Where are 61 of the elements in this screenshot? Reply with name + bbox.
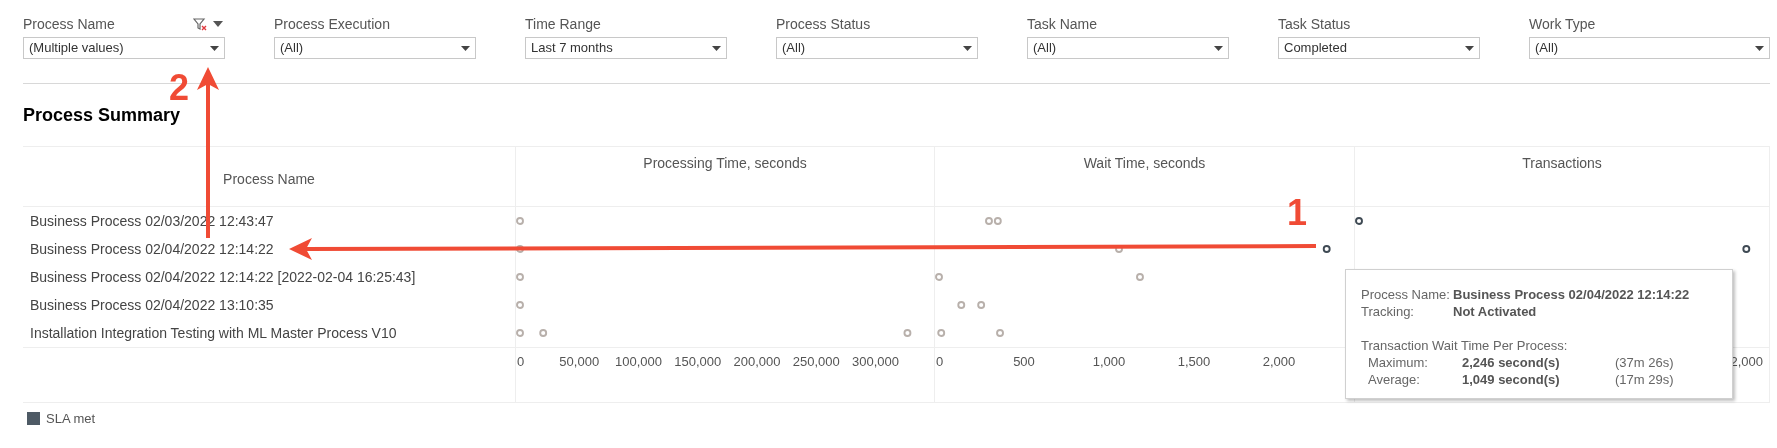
axis-tick-label: 1,000 [1092, 354, 1126, 369]
caret-icon [963, 45, 972, 51]
axis-tick-label: 0 [517, 354, 525, 369]
data-point[interactable] [1742, 245, 1751, 253]
tooltip-label: Maximum: [1368, 354, 1429, 371]
caret-icon [1755, 45, 1764, 51]
filter-label: Process Execution [274, 14, 390, 34]
filter-dropdown[interactable]: (All) [1529, 37, 1770, 59]
tooltip-label: Process Name: [1361, 286, 1449, 303]
axis-tick-label: 1,500 [1177, 354, 1211, 369]
filter-label: Time Range [525, 14, 601, 34]
column-header: Process Name [223, 170, 315, 189]
filter-dropdown[interactable]: Last 7 months [525, 37, 727, 59]
process-name[interactable]: Installation Integration Testing with ML Master Process V10 [30, 322, 397, 344]
column-header: Wait Time, seconds [1083, 154, 1206, 173]
axis-tick-label: 200,000 [733, 354, 781, 369]
section-title: Process Summary [23, 105, 181, 125]
axis-tick-label: 2,000 [1262, 354, 1296, 369]
filter-dropdown[interactable]: (All) [776, 37, 978, 59]
caret-icon [461, 45, 470, 51]
filter-dropdown[interactable]: (All) [1027, 37, 1229, 59]
process-name[interactable]: Business Process 02/04/2022 12:14:22 [2022-02-04 16:25:43] [30, 266, 416, 288]
tooltip-value: 2,246 second(s) [1462, 354, 1561, 371]
annotation-number: 2 [169, 70, 190, 106]
tooltip-label: Tracking: [1361, 303, 1415, 320]
filter-dropdown[interactable]: (All) [274, 37, 476, 59]
process-name[interactable]: Business Process 02/04/2022 13:10:35 [30, 294, 274, 316]
filter-dropdown[interactable]: Completed [1278, 37, 1480, 59]
tooltip-value: Business Process 02/04/2022 12:14:22 [1453, 286, 1691, 303]
filter-label: Process Status [776, 14, 871, 34]
column-header: Transactions [1522, 154, 1602, 173]
filter-label: Work Type [1529, 14, 1596, 34]
caret-icon [1214, 45, 1223, 51]
column-header: Processing Time, seconds [643, 154, 807, 173]
axis-tick-label: 150,000 [674, 354, 722, 369]
legend-label: SLA met [46, 410, 96, 428]
process-name[interactable]: Business Process 02/04/2022 12:14:22 [30, 238, 274, 260]
axis-tick-label: 250,000 [792, 354, 840, 369]
data-point[interactable] [1355, 217, 1363, 225]
axis-tick-label: 500 [1013, 354, 1035, 369]
data-point[interactable] [1322, 245, 1331, 253]
caret-icon [210, 45, 219, 51]
tooltip-section-title: Transaction Wait Time Per Process: [1361, 338, 1568, 353]
clear-filter-icon[interactable] [193, 17, 207, 31]
axis-tick-label: 100,000 [615, 354, 662, 369]
tooltip-note: (17m 29s) [1615, 371, 1675, 388]
axis-tick-label: 0 [936, 354, 944, 369]
filter-dropdown[interactable]: (Multiple values) [23, 37, 225, 59]
filter-label: Task Status [1278, 14, 1351, 34]
tooltip-value: Not Activated [1453, 303, 1538, 320]
caret-icon [1465, 45, 1474, 51]
menu-caret-icon[interactable] [213, 21, 223, 27]
axis-tick-label: 50,000 [559, 354, 600, 369]
filter-label: Process Name [23, 14, 115, 34]
filter-label: Task Name [1027, 14, 1098, 34]
tooltip-value: 1,049 second(s) [1462, 371, 1561, 388]
tooltip-note: (37m 26s) [1615, 354, 1675, 371]
annotation-number: 1 [1287, 195, 1308, 231]
tooltip-label: Average: [1368, 371, 1421, 388]
caret-icon [712, 45, 721, 51]
axis-tick-label: 300,000 [852, 354, 899, 369]
